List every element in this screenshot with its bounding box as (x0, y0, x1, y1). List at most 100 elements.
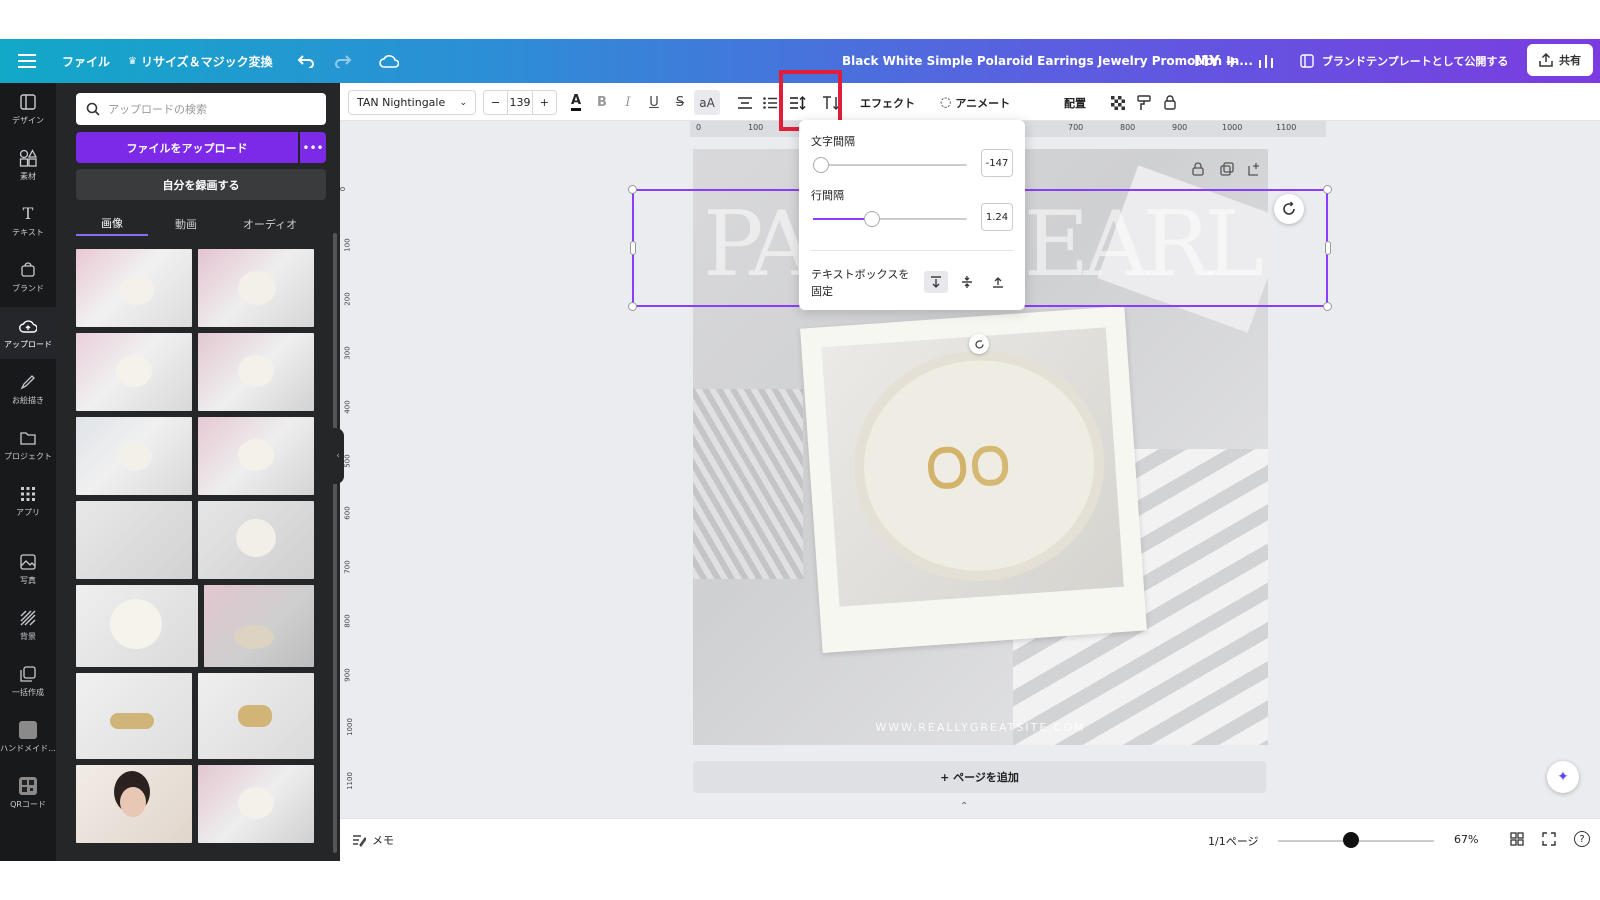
letter-case-icon[interactable]: aA (694, 90, 720, 115)
upload-thumbnail[interactable] (76, 333, 192, 411)
nav-elements[interactable]: 素材 (0, 139, 56, 191)
animate-button[interactable]: ◌ アニメート (940, 90, 1010, 115)
nav-draw[interactable]: お絵描き (0, 363, 56, 415)
upload-thumbnail[interactable] (204, 585, 314, 667)
nav-label: 一括作成 (12, 687, 44, 697)
upload-thumbnail[interactable] (198, 765, 314, 843)
redo-icon[interactable] (334, 39, 352, 83)
nav-label: 写真 (20, 575, 36, 585)
text-color-icon[interactable]: A (566, 90, 586, 115)
menu-icon[interactable] (18, 39, 36, 83)
tab-images[interactable]: 画像 (76, 212, 148, 236)
magic-assistant-button[interactable]: ✦ (1547, 761, 1579, 793)
ruler-tick: 600 (343, 506, 352, 520)
website-text[interactable]: WWW.REALLYGREATSITE.COM (693, 721, 1268, 734)
lock-element-icon[interactable] (1192, 161, 1204, 180)
upload-thumbnail[interactable] (76, 765, 192, 843)
upload-thumbnail[interactable] (198, 249, 314, 327)
upload-thumbnail[interactable] (76, 585, 198, 667)
resize-handle[interactable] (630, 241, 636, 255)
nav-brand[interactable]: ブランド (0, 251, 56, 303)
resize-handle[interactable] (628, 185, 637, 194)
anchor-bottom-icon[interactable] (986, 271, 1010, 293)
nav-design[interactable]: デザイン (0, 83, 56, 135)
resize-handle[interactable] (1325, 241, 1331, 255)
font-size-input[interactable]: 139 (507, 90, 533, 115)
avatar[interactable]: MY (1190, 49, 1224, 73)
analytics-icon[interactable] (1258, 39, 1274, 83)
paint-format-icon[interactable] (1134, 90, 1154, 115)
upload-files-button[interactable]: ファイルをアップロード (76, 132, 298, 163)
publish-brand-template-button[interactable]: ブランドテンプレートとして公開する (1290, 47, 1518, 75)
fullscreen-icon[interactable] (1542, 832, 1556, 849)
resize-handle[interactable] (1323, 185, 1332, 194)
zoom-slider-knob[interactable] (1343, 832, 1360, 848)
slider-knob[interactable] (863, 211, 880, 227)
upload-thumbnail[interactable] (76, 501, 192, 579)
nav-projects[interactable]: プロジェクト (0, 419, 56, 471)
increase-size-button[interactable]: + (533, 96, 556, 109)
nav-text[interactable]: T テキスト (0, 195, 56, 247)
share-button[interactable]: 共有 (1527, 44, 1593, 76)
font-size-stepper[interactable]: − 139 + (483, 90, 557, 115)
italic-icon[interactable]: I (618, 90, 638, 115)
record-yourself-button[interactable]: 自分を録画する (76, 169, 326, 200)
panel-scrollbar[interactable] (333, 233, 337, 853)
effects-button[interactable]: エフェクト (860, 90, 915, 115)
tab-audio[interactable]: オーディオ (240, 212, 300, 236)
upload-thumbnail[interactable] (198, 673, 314, 759)
nav-uploads[interactable]: アップロード (0, 307, 56, 359)
anchor-top-icon[interactable] (924, 271, 948, 293)
more-options-icon[interactable]: ••• (300, 132, 326, 163)
resize-handle[interactable] (1323, 302, 1332, 311)
nav-backgrounds[interactable]: 背景 (0, 599, 56, 651)
resize-handle[interactable] (628, 302, 637, 311)
upload-thumbnail[interactable] (198, 501, 314, 579)
list-icon[interactable] (760, 90, 780, 115)
nav-bulk-create[interactable]: 一括作成 (0, 655, 56, 707)
grid-view-icon[interactable] (1510, 832, 1524, 849)
lock-icon[interactable] (1160, 90, 1180, 115)
help-icon[interactable]: ? (1574, 831, 1590, 847)
position-button[interactable]: 配置 (1064, 90, 1086, 115)
polaroid-frame[interactable] (800, 306, 1147, 653)
duplicate-icon[interactable] (1220, 161, 1234, 180)
undo-icon[interactable] (297, 39, 315, 83)
rotate-button[interactable] (1274, 194, 1304, 224)
page-counter[interactable]: 1/1ページ (1208, 833, 1258, 849)
nav-photos[interactable]: 写真 (0, 543, 56, 595)
nav-qrcode[interactable]: QRコード (0, 767, 56, 819)
line-spacing-slider[interactable] (813, 211, 967, 227)
add-page-button[interactable]: + ページを追加 (693, 761, 1266, 793)
image-rotate-icon[interactable] (969, 334, 989, 354)
cloud-sync-icon[interactable] (379, 39, 399, 83)
font-family-select[interactable]: TAN Nightingale ⌄ (348, 90, 476, 115)
zoom-level[interactable]: 67% (1454, 833, 1478, 846)
line-spacing-input[interactable]: 1.24 (981, 203, 1013, 231)
upload-thumbnail[interactable] (76, 673, 192, 759)
strikethrough-icon[interactable]: S (670, 90, 690, 115)
align-center-icon[interactable] (734, 90, 756, 115)
search-input[interactable]: アップロードの検索 (76, 93, 326, 125)
upload-thumbnail[interactable] (198, 417, 314, 495)
letter-spacing-slider[interactable] (812, 157, 967, 173)
notes-button[interactable]: メモ (352, 832, 394, 848)
slider-knob[interactable] (812, 157, 829, 173)
nav-handmade[interactable]: ハンドメイド... (0, 711, 56, 763)
tab-videos[interactable]: 動画 (168, 212, 204, 236)
add-collaborator-icon[interactable]: + (1225, 39, 1238, 83)
underline-icon[interactable]: U (644, 90, 664, 115)
upload-thumbnail[interactable] (76, 417, 192, 495)
transparency-icon[interactable] (1108, 90, 1128, 115)
nav-apps[interactable]: アプリ (0, 475, 56, 527)
show-pages-chevron-icon[interactable]: ⌃ (960, 801, 968, 812)
file-menu[interactable]: ファイル (62, 39, 110, 83)
add-page-element-icon[interactable] (1248, 161, 1262, 180)
decrease-size-button[interactable]: − (484, 96, 507, 109)
upload-thumbnail[interactable] (198, 333, 314, 411)
anchor-middle-icon[interactable] (955, 271, 979, 293)
upload-thumbnail[interactable] (76, 249, 192, 327)
bold-icon[interactable]: B (592, 90, 612, 115)
resize-menu[interactable]: ♛ リサイズ＆マジック変換 (128, 39, 273, 83)
letter-spacing-input[interactable]: -147 (981, 149, 1013, 177)
